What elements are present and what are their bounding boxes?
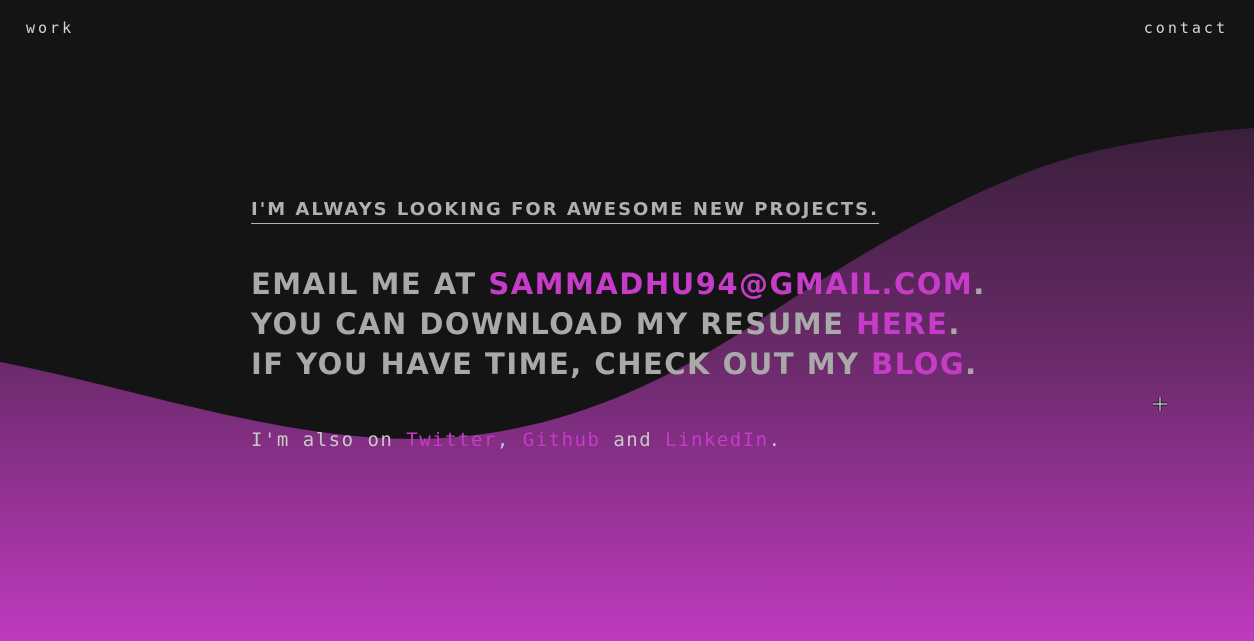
- blog-link[interactable]: blog: [871, 347, 965, 381]
- nav-work-link[interactable]: work: [26, 19, 74, 37]
- resume-suffix: .: [948, 307, 961, 341]
- crosshair-cursor-icon: [1153, 397, 1167, 411]
- social-prefix: I'm also on: [251, 429, 407, 451]
- github-link[interactable]: Github: [523, 429, 601, 451]
- social-suffix: .: [768, 429, 782, 451]
- blog-prefix: If you have time, check out my: [251, 347, 872, 381]
- nav-contact-link[interactable]: contact: [1144, 19, 1228, 37]
- email-line: Email me at sammadhu94@gmail.com.: [251, 264, 1111, 304]
- blog-line: If you have time, check out my blog.: [251, 344, 1111, 384]
- twitter-link[interactable]: Twitter: [406, 429, 497, 451]
- email-prefix: Email me at: [251, 267, 489, 301]
- social-separator: ,: [496, 429, 523, 451]
- social-line: I'm also on Twitter, Github and LinkedIn…: [251, 429, 1111, 451]
- linkedin-link[interactable]: LinkedIn: [665, 429, 769, 451]
- resume-link[interactable]: here: [856, 307, 948, 341]
- resume-prefix: You can download my resume: [251, 307, 857, 341]
- tagline: I'm always looking for awesome new proje…: [251, 198, 879, 224]
- email-link[interactable]: sammadhu94@gmail.com: [488, 267, 973, 301]
- email-suffix: .: [973, 267, 986, 301]
- contact-lines: Email me at sammadhu94@gmail.com. You ca…: [251, 264, 1111, 384]
- contact-content: I'm always looking for awesome new proje…: [251, 198, 1111, 451]
- page: work contact I'm always looking for awes…: [0, 0, 1254, 641]
- blog-suffix: .: [965, 347, 978, 381]
- social-separator-and: and: [600, 429, 666, 451]
- resume-line: You can download my resume here.: [251, 304, 1111, 344]
